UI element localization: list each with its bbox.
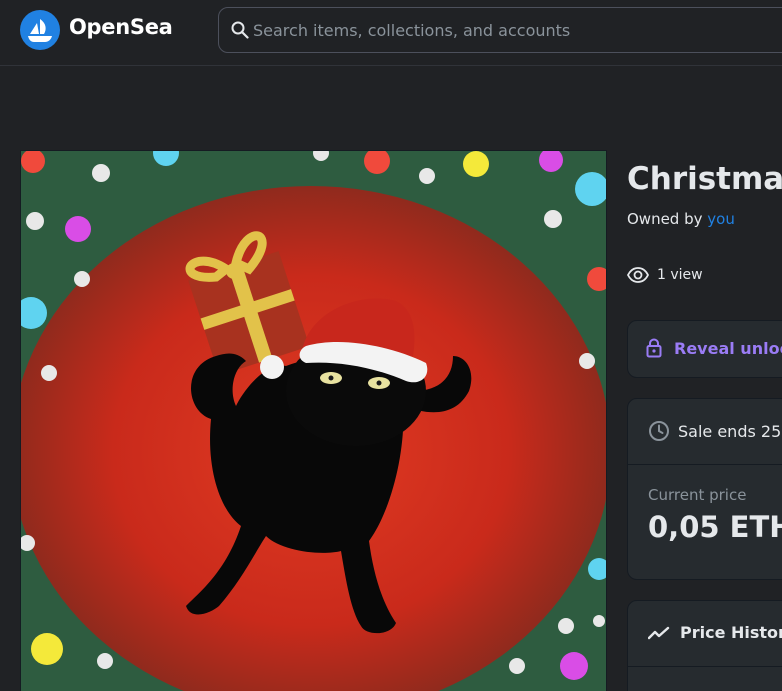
current-price-value: 0,05 ETH [648, 510, 782, 544]
search-input[interactable] [253, 8, 782, 52]
search-bar[interactable] [218, 7, 782, 53]
owner-link[interactable]: you [707, 210, 735, 228]
lock-icon [646, 338, 662, 358]
top-nav: OpenSea [0, 0, 782, 66]
view-count-text: 1 view [657, 267, 703, 283]
unlockable-content-card[interactable]: Reveal unlock [627, 320, 782, 378]
view-count: 1 view [627, 264, 703, 286]
trending-up-icon [648, 626, 670, 639]
sale-card: Sale ends 25 Current price 0,05 ETH [627, 398, 782, 580]
price-history-header[interactable]: Price History [628, 601, 782, 667]
item-title: Christmas [627, 161, 782, 197]
sale-ends-text: Sale ends 25 [678, 421, 782, 441]
brand-name[interactable]: OpenSea [69, 15, 173, 39]
price-history-label: Price History [680, 623, 782, 642]
opensea-logo-icon[interactable] [20, 10, 60, 50]
price-history-card[interactable]: Price History [627, 600, 782, 691]
clock-icon [649, 421, 669, 441]
search-icon [231, 21, 249, 39]
sale-ends-row: Sale ends 25 [628, 399, 782, 465]
owned-by-label: Owned by [627, 210, 703, 228]
nft-artwork[interactable] [20, 150, 607, 691]
eye-icon [627, 267, 649, 283]
current-price-label: Current price [648, 486, 747, 504]
reveal-unlockable-button[interactable]: Reveal unlock [674, 339, 782, 358]
owned-by: Owned by you [627, 210, 735, 228]
